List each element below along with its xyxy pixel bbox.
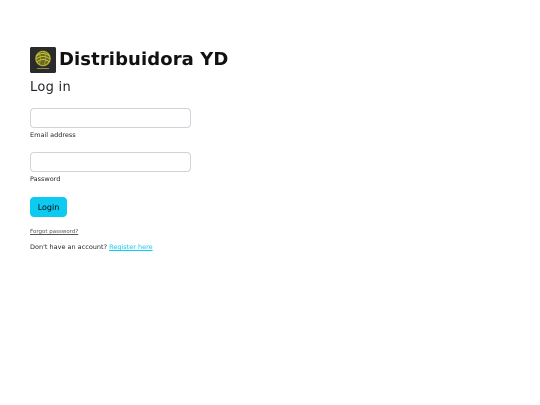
forgot-password-link[interactable]: Forgot password? (30, 228, 78, 236)
password-field[interactable] (30, 152, 191, 172)
page-title: Log in (30, 80, 72, 95)
email-field[interactable] (30, 108, 191, 128)
login-page: Distribuidora YD Log in Email address Pa… (0, 0, 540, 405)
email-label: Email address (30, 131, 76, 139)
register-prompt: Don't have an account? Register here (30, 243, 153, 252)
login-button[interactable]: Login (30, 197, 67, 217)
email-field-group: Email address (30, 108, 191, 140)
register-link[interactable]: Register here (109, 243, 152, 251)
password-field-group: Password (30, 152, 191, 184)
no-account-text: Don't have an account? (30, 243, 108, 251)
brand: Distribuidora YD (30, 47, 228, 73)
brand-name: Distribuidora YD (59, 49, 229, 70)
yarn-ball-logo-icon (30, 47, 56, 73)
password-label: Password (30, 175, 61, 183)
